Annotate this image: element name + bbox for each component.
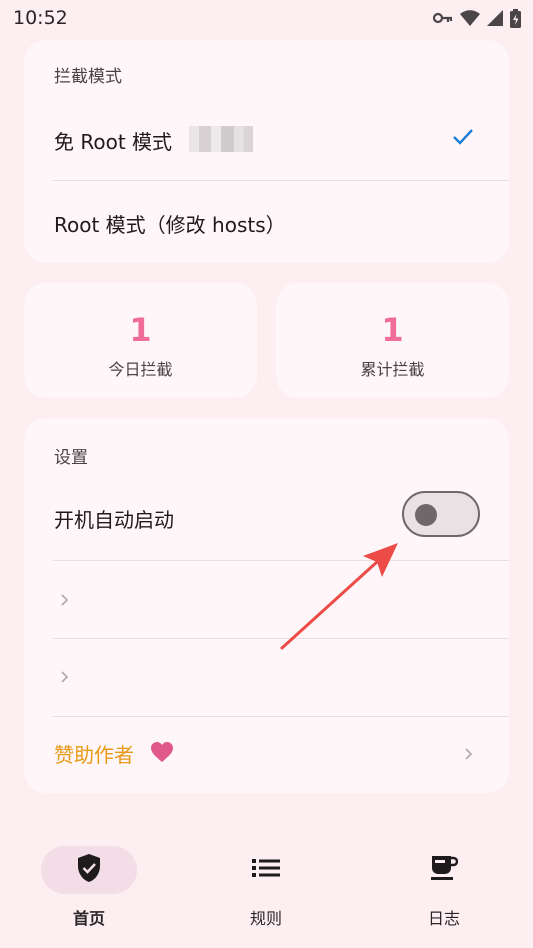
- settings-card: 设置 开机自动启动 赞助作者: [24, 418, 509, 793]
- stat-total-label: 累计拦截: [360, 360, 425, 379]
- coffee-cup-icon: [430, 854, 459, 886]
- option-root-mode[interactable]: Root 模式（修改 hosts）: [24, 181, 509, 263]
- cellular-signal-icon: [487, 10, 503, 26]
- nav-pill: [396, 846, 492, 894]
- option-root-label: Root 模式（修改 hosts）: [54, 213, 286, 237]
- stat-today-card: 1 今日拦截: [24, 283, 257, 398]
- nav-item-logs[interactable]: 日志: [379, 846, 509, 929]
- chevron-right-icon: [60, 669, 70, 688]
- option-rootless-label: 免 Root 模式: [54, 130, 173, 154]
- nav-pill: [41, 846, 137, 894]
- sponsor-label: 赞助作者: [54, 743, 134, 767]
- nav-item-home[interactable]: 首页: [24, 846, 154, 929]
- sponsor-row[interactable]: 赞助作者: [24, 717, 509, 789]
- autostart-toggle[interactable]: [402, 491, 480, 537]
- bottom-nav: 首页 规则 日志: [0, 830, 533, 948]
- chevron-right-icon: [60, 592, 70, 611]
- settings-row-empty-1[interactable]: [24, 561, 509, 638]
- status-icons: [433, 8, 521, 28]
- blurred-status: [189, 126, 253, 152]
- nav-label-logs: 日志: [427, 909, 460, 928]
- chevron-right-icon: [464, 746, 474, 765]
- settings-title: 设置: [54, 448, 88, 468]
- stat-total-value: 1: [381, 311, 404, 349]
- nav-item-rules[interactable]: 规则: [201, 846, 331, 929]
- vpn-key-icon: [433, 12, 453, 24]
- nav-label-rules: 规则: [249, 909, 282, 928]
- autostart-label: 开机自动启动: [54, 508, 174, 532]
- battery-charging-icon: [510, 8, 521, 28]
- settings-row-empty-2[interactable]: [24, 639, 509, 716]
- list-icon: [252, 858, 280, 882]
- shield-check-icon: [76, 853, 102, 887]
- heart-icon: [150, 741, 174, 767]
- block-mode-card: 拦截模式 免 Root 模式 Root 模式（修改 hosts）: [24, 40, 509, 263]
- status-bar: 10:52: [0, 0, 533, 36]
- block-mode-title: 拦截模式: [54, 67, 122, 87]
- toggle-knob: [415, 504, 437, 526]
- stat-today-value: 1: [129, 311, 152, 349]
- annotation-arrow-icon: [270, 535, 405, 659]
- stat-total-card: 1 累计拦截: [276, 283, 509, 398]
- check-icon: [452, 128, 474, 150]
- status-time: 10:52: [13, 7, 68, 29]
- wifi-icon: [460, 10, 480, 26]
- nav-label-home: 首页: [72, 909, 105, 928]
- option-rootless-mode[interactable]: 免 Root 模式: [24, 98, 509, 180]
- stat-today-label: 今日拦截: [108, 360, 173, 379]
- nav-pill: [218, 846, 314, 894]
